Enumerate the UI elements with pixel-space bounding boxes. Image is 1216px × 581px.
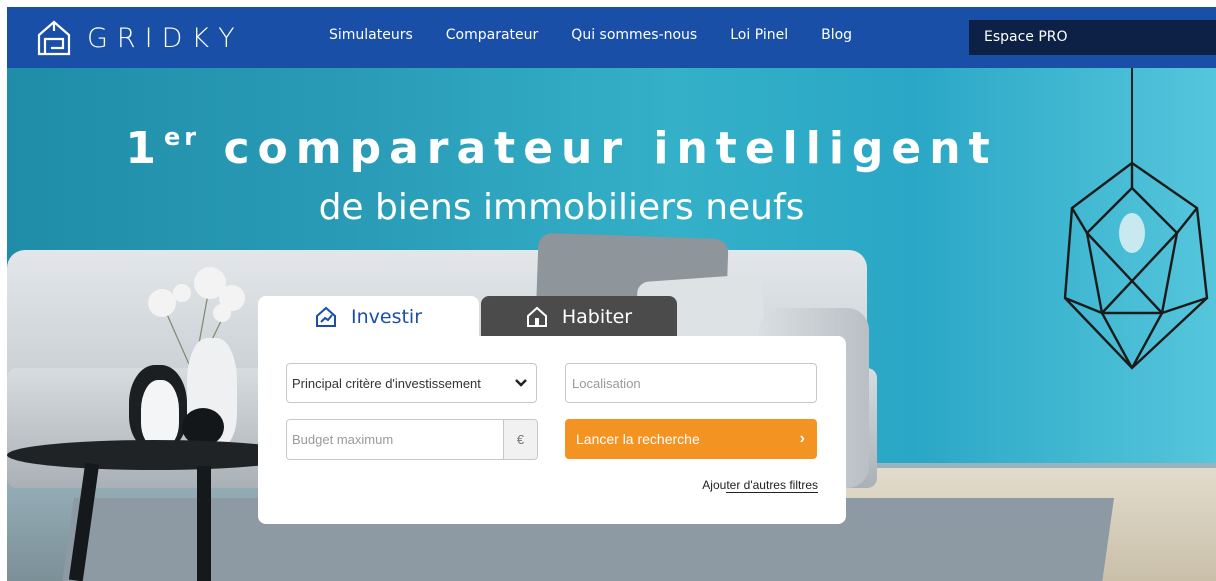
vase-decoration	[141, 380, 179, 446]
hero-title-suffix: er	[164, 123, 201, 151]
hero-title: 1er comparateur intelligent	[7, 123, 1216, 174]
location-input[interactable]	[565, 363, 817, 403]
more-filters-text: ter d'autres filtres	[726, 478, 818, 493]
more-filters-link[interactable]: Ajouter d'autres filtres	[658, 478, 818, 493]
budget-input[interactable]	[287, 420, 503, 459]
nav-loi-pinel[interactable]: Loi Pinel	[730, 27, 788, 43]
tab-habiter-label: Habiter	[561, 305, 633, 328]
hero-title-ordinal: 1	[125, 123, 164, 174]
nav-comparateur[interactable]: Comparateur	[446, 27, 539, 43]
nav-qui-sommes-nous[interactable]: Qui sommes-nous	[571, 27, 697, 43]
house-icon	[526, 306, 547, 327]
select-value: Principal critère d'investissement	[292, 375, 481, 391]
espace-pro-button[interactable]: Espace PRO	[969, 20, 1216, 55]
chevron-down-icon	[515, 379, 527, 387]
search-submit-label: Lancer la recherche	[576, 431, 700, 447]
search-submit-button[interactable]: Lancer la recherche ›	[565, 419, 817, 459]
nav-simulateurs[interactable]: Simulateurs	[329, 27, 413, 43]
tab-habiter[interactable]: Habiter	[481, 296, 677, 337]
investment-criteria-select[interactable]: Principal critère d'investissement	[286, 363, 537, 403]
hero-subtitle: de biens immobiliers neufs	[318, 187, 805, 228]
tab-investir[interactable]: Investir	[258, 296, 479, 337]
pendant-lamp-decoration	[1063, 68, 1209, 370]
page-frame: GRIDKY Simulateurs Comparateur Qui somme…	[7, 7, 1216, 581]
chevron-right-icon: ›	[799, 430, 805, 447]
budget-field: €	[286, 419, 538, 460]
hero-banner: 1er comparateur intelligent de biens imm…	[7, 68, 1216, 581]
tab-investir-label: Investir	[350, 305, 423, 328]
search-panel: Principal critère d'investissement € Lan…	[258, 336, 846, 524]
hero-title-text: comparateur intelligent	[200, 123, 998, 174]
more-filters-prefix: Ajou	[702, 478, 727, 492]
nav-blog[interactable]: Blog	[821, 27, 852, 43]
currency-addon: €	[503, 420, 537, 459]
house-chart-icon	[315, 306, 336, 327]
brand-logo[interactable]: GRIDKY	[35, 19, 244, 57]
brand-name: GRIDKY	[87, 22, 244, 54]
table-leg-decoration	[197, 466, 211, 581]
top-navbar: GRIDKY Simulateurs Comparateur Qui somme…	[7, 7, 1216, 68]
house-logo-icon	[37, 20, 71, 56]
main-menu: Simulateurs Comparateur Qui sommes-nous …	[329, 27, 885, 43]
